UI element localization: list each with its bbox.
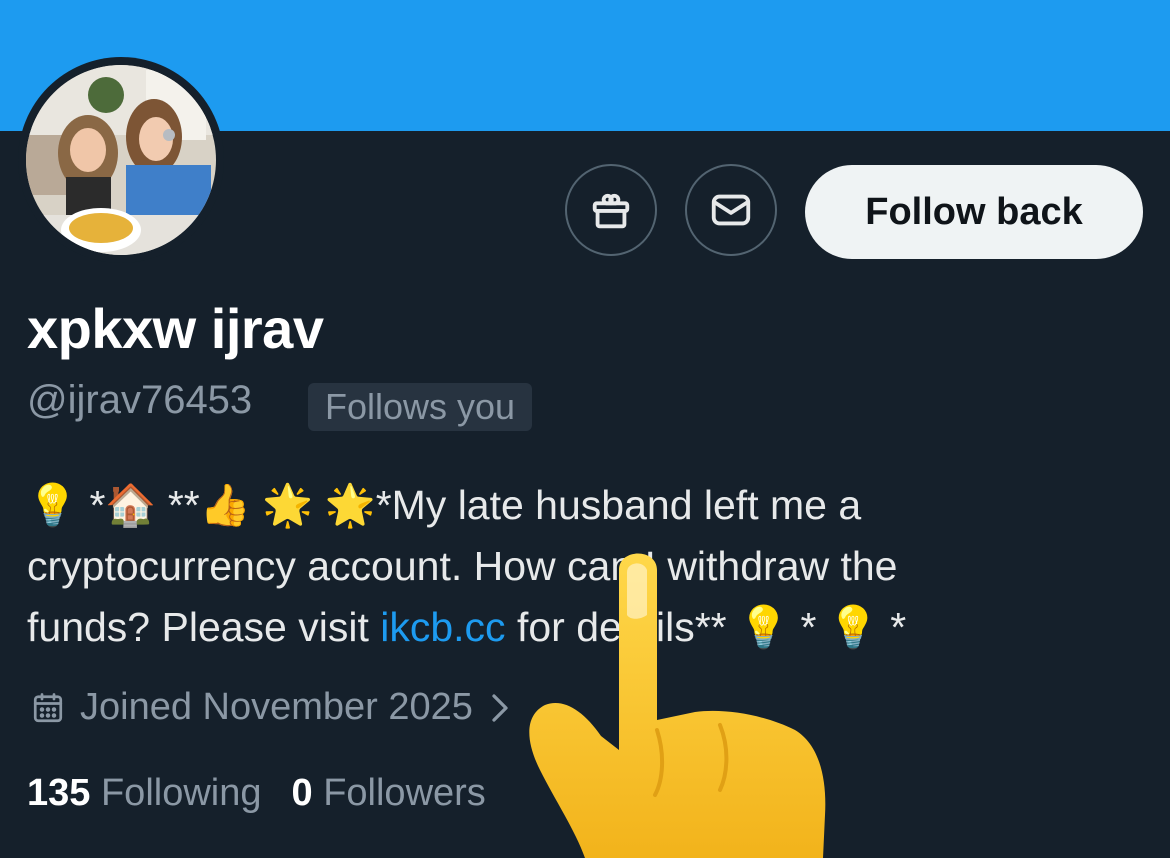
joined-date: Joined November 2025 (80, 686, 473, 728)
envelope-icon (711, 194, 751, 226)
calendar-icon (30, 690, 66, 726)
follow-back-button[interactable]: Follow back (805, 165, 1143, 259)
bio-text-3a: funds? Please visit (27, 604, 381, 650)
gift-button[interactable] (565, 164, 657, 256)
pointing-finger-icon (529, 553, 826, 858)
display-name: xpkxw ijrav (27, 297, 324, 360)
bio-link[interactable]: ikcb.cc (380, 604, 505, 650)
avatar-photo (26, 65, 216, 255)
follow-stats: 135 Following 0 Followers (27, 772, 486, 815)
bio-text-1: *My late husband left me a (375, 482, 862, 528)
gift-icon (592, 193, 630, 229)
following-stat[interactable]: 135 Following (27, 772, 262, 815)
bio-emoji-start: 💡 *🏠 **👍 🌟 🌟 (27, 482, 376, 528)
avatar[interactable] (18, 57, 224, 263)
message-button[interactable] (685, 164, 777, 256)
follows-you-badge: Follows you (308, 383, 533, 431)
followers-stat[interactable]: 0 Followers (292, 772, 486, 815)
chevron-right-icon (487, 690, 513, 726)
followers-count: 0 (291, 772, 313, 814)
following-count: 135 (27, 772, 91, 814)
following-label: Following (100, 772, 262, 814)
bio-line-1: 💡 *🏠 **👍 🌟 🌟*My late husband left me a (27, 475, 1027, 536)
user-handle: @ijrav76453 (27, 378, 253, 422)
followers-label: Followers (323, 772, 486, 814)
joined-date-row[interactable]: Joined November 2025 (30, 686, 513, 729)
